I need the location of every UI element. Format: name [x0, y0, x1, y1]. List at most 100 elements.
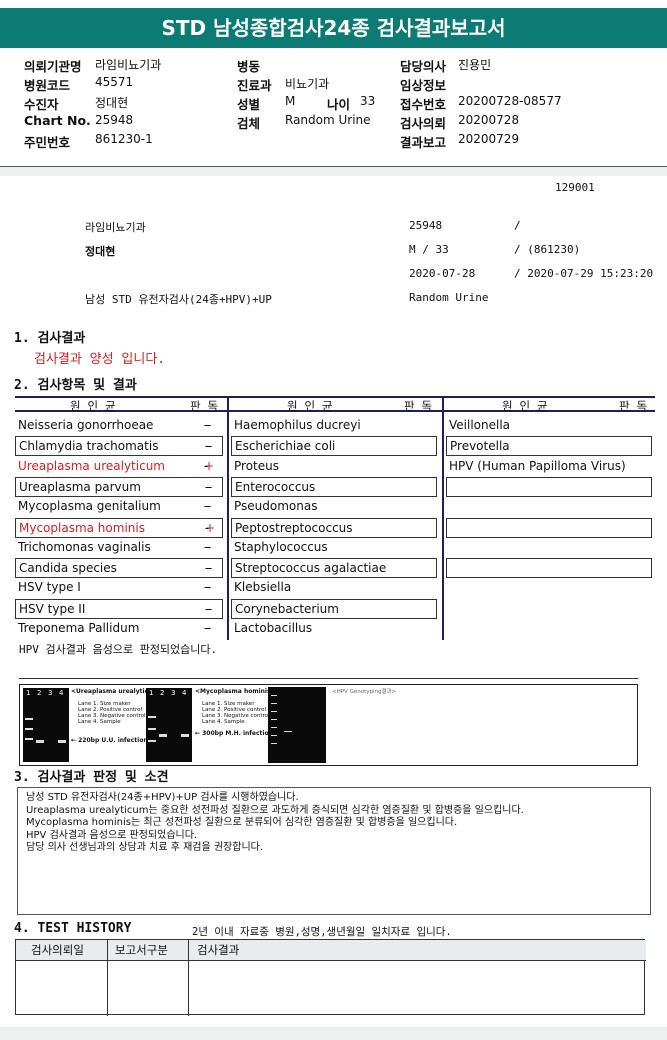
- footer-shade: [0, 1027, 667, 1040]
- pathogen-result: -: [203, 580, 209, 594]
- report-title: STD 남성종합검사24종 검사결과보고서: [0, 8, 667, 48]
- result-row: [446, 619, 652, 639]
- report-date-value: 20200729: [458, 132, 520, 146]
- hpv-ladder-band: [271, 711, 277, 712]
- uu-positive-band: [36, 740, 44, 743]
- print-name: 정대현: [85, 245, 116, 258]
- result-row: [446, 497, 652, 517]
- uu-lane-3: 3: [48, 689, 53, 697]
- pathogen-name: Candida species: [19, 561, 117, 575]
- col1-header-result: 판 독: [190, 399, 219, 413]
- col3-header: 원 인 균 판 독: [444, 396, 655, 413]
- hpv-ladder-band: [271, 703, 277, 704]
- uu-lane-2: 2: [37, 689, 42, 697]
- history-col-result: 검사결과: [197, 943, 240, 957]
- pathogen-name: Haemophilus ducreyi: [234, 418, 361, 432]
- print-chart: 25948: [409, 219, 443, 232]
- specimen-label: 검체: [237, 116, 261, 131]
- result-row: Ureaplasma parvum -: [15, 477, 223, 497]
- pathogen-name: Enterococcus: [235, 480, 316, 494]
- result-row: Proteus -: [204, 457, 437, 477]
- print-report-time: / 2020-07-29 15:23:20: [514, 267, 654, 280]
- print-hospital: 라임비뇨기과: [85, 221, 146, 234]
- col-divider-2: [442, 396, 444, 640]
- mh-lane-1: 1: [149, 689, 154, 697]
- section4-title: 4. TEST HISTORY: [14, 921, 132, 936]
- result-row: Ureaplasma urealyticum +: [15, 457, 223, 477]
- pathogen-result: -: [204, 480, 210, 494]
- hospital-code-label: 병원코드: [24, 78, 71, 93]
- result-row: Escherichiae coli -: [205, 436, 437, 456]
- hpv-ladder-band: [271, 719, 277, 720]
- gel-divider: [19, 678, 638, 679]
- result-row: Candida species -: [15, 558, 223, 578]
- mh-legend: Lane 1. Size maker Lane 2. Positive cont…: [202, 701, 270, 725]
- result-row: Staphylococcus -: [204, 538, 437, 558]
- pathogen-name: Neisseria gonorrhoeae: [18, 418, 154, 432]
- result-row: Lactobacillus -: [204, 619, 437, 639]
- history-col-request: 검사의뢰일: [31, 943, 84, 957]
- mh-ladder-band: [148, 716, 156, 718]
- patient-info: 의뢰기관명 라임비뇨기과 병동 담당의사 진용민 병원코드 45571 진료과 …: [0, 52, 667, 166]
- result-row: [446, 518, 652, 538]
- pathogen-result: -: [203, 499, 209, 513]
- result-row: Pseudomonas -: [204, 497, 437, 517]
- pathogen-name: Staphylococcus: [234, 540, 328, 554]
- mh-arrow-label: ← 300bp M.H. infection: [195, 730, 273, 737]
- mh-lane-4: 4: [182, 689, 187, 697]
- col3-header-pathogen: 원 인 균: [502, 399, 548, 413]
- hpv-ladder-band: [271, 735, 277, 736]
- result-row: Streptococcus agalactiae -: [205, 558, 437, 578]
- mh-ladder-band: [148, 728, 156, 730]
- history-col-divider: [107, 940, 108, 1016]
- specimen-value: Random Urine: [285, 113, 371, 127]
- mh-lane-2: 2: [160, 689, 165, 697]
- pathogen-name: Peptostreptococcus: [235, 521, 353, 535]
- opinion-line: 남성 STD 유전자검사(24종+HPV)+UP 검사를 시행하였습니다.: [26, 792, 299, 803]
- print-slash: /: [514, 219, 521, 232]
- patient-value: 정대현: [95, 96, 129, 110]
- pathogen-result: -: [203, 621, 209, 635]
- hospital-value: 라임비뇨기과: [95, 58, 162, 72]
- pathogen-name: Trichomonas vaginalis: [18, 540, 151, 554]
- pathogen-name: Streptococcus agalactiae: [235, 561, 387, 575]
- chart-no-value: 25948: [95, 113, 134, 127]
- chart-no-label: Chart No.: [24, 113, 91, 128]
- pathogen-name: Klebsiella: [234, 580, 292, 594]
- uu-sample-band: [58, 740, 66, 743]
- report-date-label: 결과보고: [400, 135, 447, 150]
- col2-header-pathogen: 원 인 균: [287, 399, 333, 413]
- pathogen-result: -: [204, 561, 210, 575]
- result-row: Corynebacterium -: [205, 599, 437, 619]
- results-table: 원 인 균 판 독 원 인 균 판 독 원 인 균 판 독 Neisseria …: [15, 396, 655, 640]
- hpv-gel-image: [268, 687, 326, 763]
- receipt-number-value: 20200728-08577: [458, 94, 562, 108]
- mh-gel-image: 1 2 3 4: [146, 688, 192, 762]
- print-specimen: Random Urine: [409, 291, 489, 304]
- receipt-number-label: 접수번호: [400, 97, 447, 112]
- pathogen-name: Corynebacterium: [235, 602, 339, 616]
- department-label: 진료과: [237, 78, 272, 93]
- opinion-line: Mycoplasma hominis는 최근 성전파성 질환으로 분류되어 심각…: [26, 817, 458, 828]
- print-test-name: 남성 STD 유전자검사(24종+HPV)+UP: [85, 293, 272, 306]
- hpv-ladder-band: [271, 743, 277, 744]
- mh-lane-3: 3: [171, 689, 176, 697]
- col-divider-1: [227, 396, 229, 640]
- pathogen-name: Chlamydia trachomatis: [19, 439, 159, 453]
- opinion-line: 담당 의사 선생님과의 상담과 치료 후 재검을 권장합니다.: [26, 842, 264, 853]
- pathogen-name: Mycoplasma hominis: [19, 521, 145, 535]
- hospital-label: 의뢰기관명: [24, 59, 82, 74]
- pathogen-name: Lactobacillus: [234, 621, 313, 635]
- section3-title: 3. 검사결과 판정 및 소견: [14, 770, 169, 785]
- request-date-label: 검사의뢰: [400, 116, 447, 131]
- pathogen-name: HSV type I: [18, 580, 81, 594]
- uu-gel-image: 1 2 3 4: [23, 688, 69, 762]
- pathogen-name: Veillonella: [449, 418, 511, 432]
- age-value: 33: [360, 94, 376, 108]
- uu-lane-4: 4: [59, 689, 64, 697]
- uu-ladder-band: [25, 718, 33, 720]
- patient-label: 수진자: [24, 97, 59, 112]
- result-row: Prevotella -: [205, 436, 652, 456]
- result-row: HPV (Human Papilloma Virus) -: [204, 457, 652, 477]
- result-row: Trichomonas vaginalis -: [15, 538, 223, 558]
